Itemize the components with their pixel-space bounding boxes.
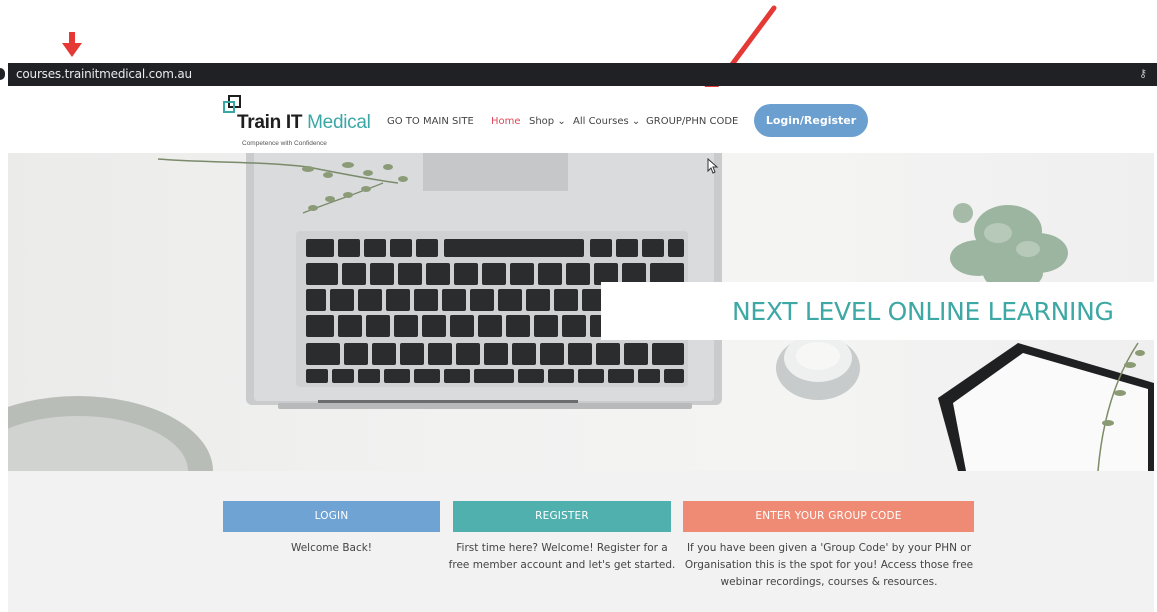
nav-home[interactable]: Home <box>491 116 521 127</box>
register-description: First time here? Welcome! Register for a… <box>448 542 676 571</box>
login-button[interactable]: LOGIN <box>223 501 440 532</box>
logo-tagline: Competence with Confidence <box>242 140 327 147</box>
key-icon[interactable]: ⚷ <box>1139 67 1147 80</box>
hero-headline-panel: NEXT LEVEL ONLINE LEARNING <box>601 282 1154 340</box>
nav-all-courses[interactable]: All Courses ⌄ <box>573 116 640 127</box>
login-register-button[interactable]: Login/Register <box>754 104 868 137</box>
logo-brand-prefix: Train IT <box>237 112 303 133</box>
nav-group-phn-code[interactable]: GROUP/PHN CODE <box>646 116 738 127</box>
login-description: Welcome Back! <box>290 542 373 554</box>
enter-group-code-button[interactable]: ENTER YOUR GROUP CODE <box>683 501 974 532</box>
logo-brand: Train IT Medical <box>237 112 371 134</box>
browser-address-bar[interactable]: courses.trainitmedical.com.au ⚷ <box>8 63 1157 86</box>
register-button[interactable]: REGISTER <box>453 501 671 532</box>
site-logo[interactable]: Train IT Medical Competence with Confide… <box>220 92 371 148</box>
logo-brand-suffix: Medical <box>307 112 371 133</box>
mouse-cursor-icon <box>707 158 719 174</box>
hero-headline: NEXT LEVEL ONLINE LEARNING <box>732 297 1114 326</box>
annotation-arrow-down-icon <box>62 32 82 57</box>
action-section: LOGIN REGISTER ENTER YOUR GROUP CODE Wel… <box>8 471 1154 612</box>
site-header: Train IT Medical Competence with Confide… <box>8 87 1154 153</box>
address-url[interactable]: courses.trainitmedical.com.au <box>16 67 192 81</box>
group-code-description: If you have been given a 'Group Code' by… <box>684 542 974 588</box>
nav-shop[interactable]: Shop ⌄ <box>529 116 566 127</box>
hero-banner-image: NEXT LEVEL ONLINE LEARNING <box>8 153 1154 471</box>
page: courses.trainitmedical.com.au ⚷ Train IT… <box>0 0 1157 612</box>
browser-edge <box>0 68 5 80</box>
nav-main-site[interactable]: GO TO MAIN SITE <box>387 116 474 127</box>
